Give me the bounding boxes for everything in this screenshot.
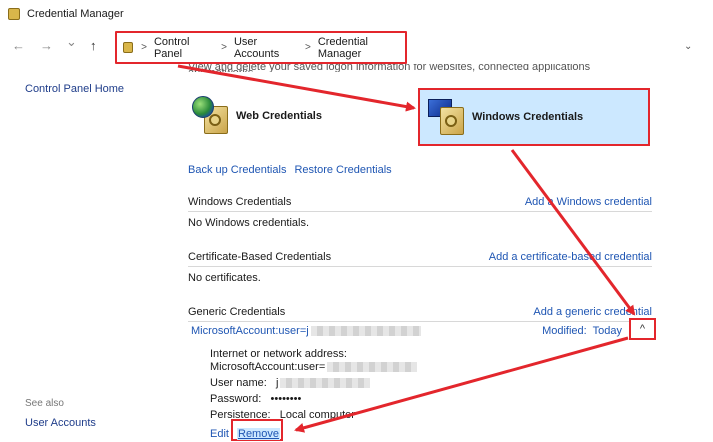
certificate-credentials-heading: Certificate-Based Credentials [188,251,332,263]
section-divider [188,266,652,267]
forward-arrow-icon[interactable]: → [40,38,53,54]
breadcrumb-control-panel[interactable]: Control Panel [154,36,214,60]
control-panel-icon [123,42,134,53]
windows-credentials-tile[interactable]: Windows Credentials [418,88,650,146]
no-windows-credentials-text: No Windows credentials. [188,217,310,229]
breadcrumb-user-accounts[interactable]: User Accounts [234,36,298,60]
certificate-credentials-section: Certificate-Based Credentials Add a cert… [188,249,652,265]
redacted-area [327,362,418,373]
breadcrumb-separator-icon: > [221,42,227,53]
breadcrumb-separator-icon: > [141,42,147,53]
breadcrumb-credential-manager[interactable]: Credential Manager [318,36,405,60]
password-label: Password: [210,393,262,405]
add-windows-credential-link[interactable]: Add a Windows credential [525,196,652,208]
modified-value: Today [592,325,622,337]
generic-credentials-section: Generic Credentials Add a generic creden… [188,304,652,320]
address-label: Internet or network address: [210,348,347,360]
edit-credential-link[interactable]: Edit [210,428,229,440]
credential-name: MicrosoftAccount:user=j [191,325,309,337]
web-credentials-tile[interactable]: Web Credentials [190,94,390,138]
user-accounts-link[interactable]: User Accounts [25,417,96,429]
breadcrumb-separator-icon: > [304,42,311,53]
credential-manager-icon [8,8,20,20]
windows-credentials-label: Windows Credentials [472,111,584,123]
windows-credentials-vault-icon [426,97,466,137]
up-arrow-icon[interactable]: ↑ [90,38,97,54]
password-detail: Password: •••••••• [210,393,301,405]
modified-label: Modified: [542,325,587,337]
password-value: •••••••• [270,393,302,405]
recent-locations-chevron-icon[interactable]: ⌄ [66,34,77,50]
back-arrow-icon[interactable]: ← [12,38,25,54]
redacted-area [280,378,371,389]
remove-credential-link[interactable]: Remove [237,428,280,440]
chevron-glyph: ^ [639,323,646,335]
backup-restore-links: Back up Credentials Restore Credentials [188,164,392,176]
see-also-heading: See also [25,398,64,409]
add-generic-credential-link[interactable]: Add a generic credential [533,306,652,318]
address-dropdown-icon[interactable]: ⌄ [684,41,692,52]
persistence-value: Local computer [279,409,355,421]
web-credentials-label: Web Credentials [236,110,322,122]
address-value-row: MicrosoftAccount:user= [210,361,418,373]
section-divider [188,211,652,212]
address-value: MicrosoftAccount:user= [210,361,326,373]
redacted-area [310,326,421,337]
restore-credentials-link[interactable]: Restore Credentials [294,164,391,176]
backup-credentials-link[interactable]: Back up Credentials [188,164,286,176]
address-detail: Internet or network address: [210,348,347,360]
username-detail: User name: j [210,377,371,389]
generic-credentials-heading: Generic Credentials [188,306,286,318]
control-panel-home-link[interactable]: Control Panel Home [25,83,124,95]
generic-credential-row[interactable]: MicrosoftAccount:user=j Modified: Today [188,322,652,340]
address-bar[interactable]: > Control Panel > User Accounts > Creden… [115,31,407,64]
windows-credentials-heading: Windows Credentials [188,196,292,208]
credential-name-wrap: MicrosoftAccount:user=j [188,325,421,337]
arrow-to-expand-chevron [510,149,636,316]
username-value: j [276,377,279,389]
windows-credentials-section: Windows Credentials Add a Windows creden… [188,194,652,210]
web-credentials-vault-icon [190,96,230,136]
no-certificates-text: No certificates. [188,272,261,284]
username-label: User name: [210,377,267,389]
window-title: Credential Manager [27,8,124,20]
title-bar: Credential Manager [0,0,713,28]
add-certificate-credential-link[interactable]: Add a certificate-based credential [489,251,652,263]
intro-text: View and delete your saved logon informa… [188,64,591,72]
collapse-chevron-up-icon[interactable]: ^ [629,318,656,340]
